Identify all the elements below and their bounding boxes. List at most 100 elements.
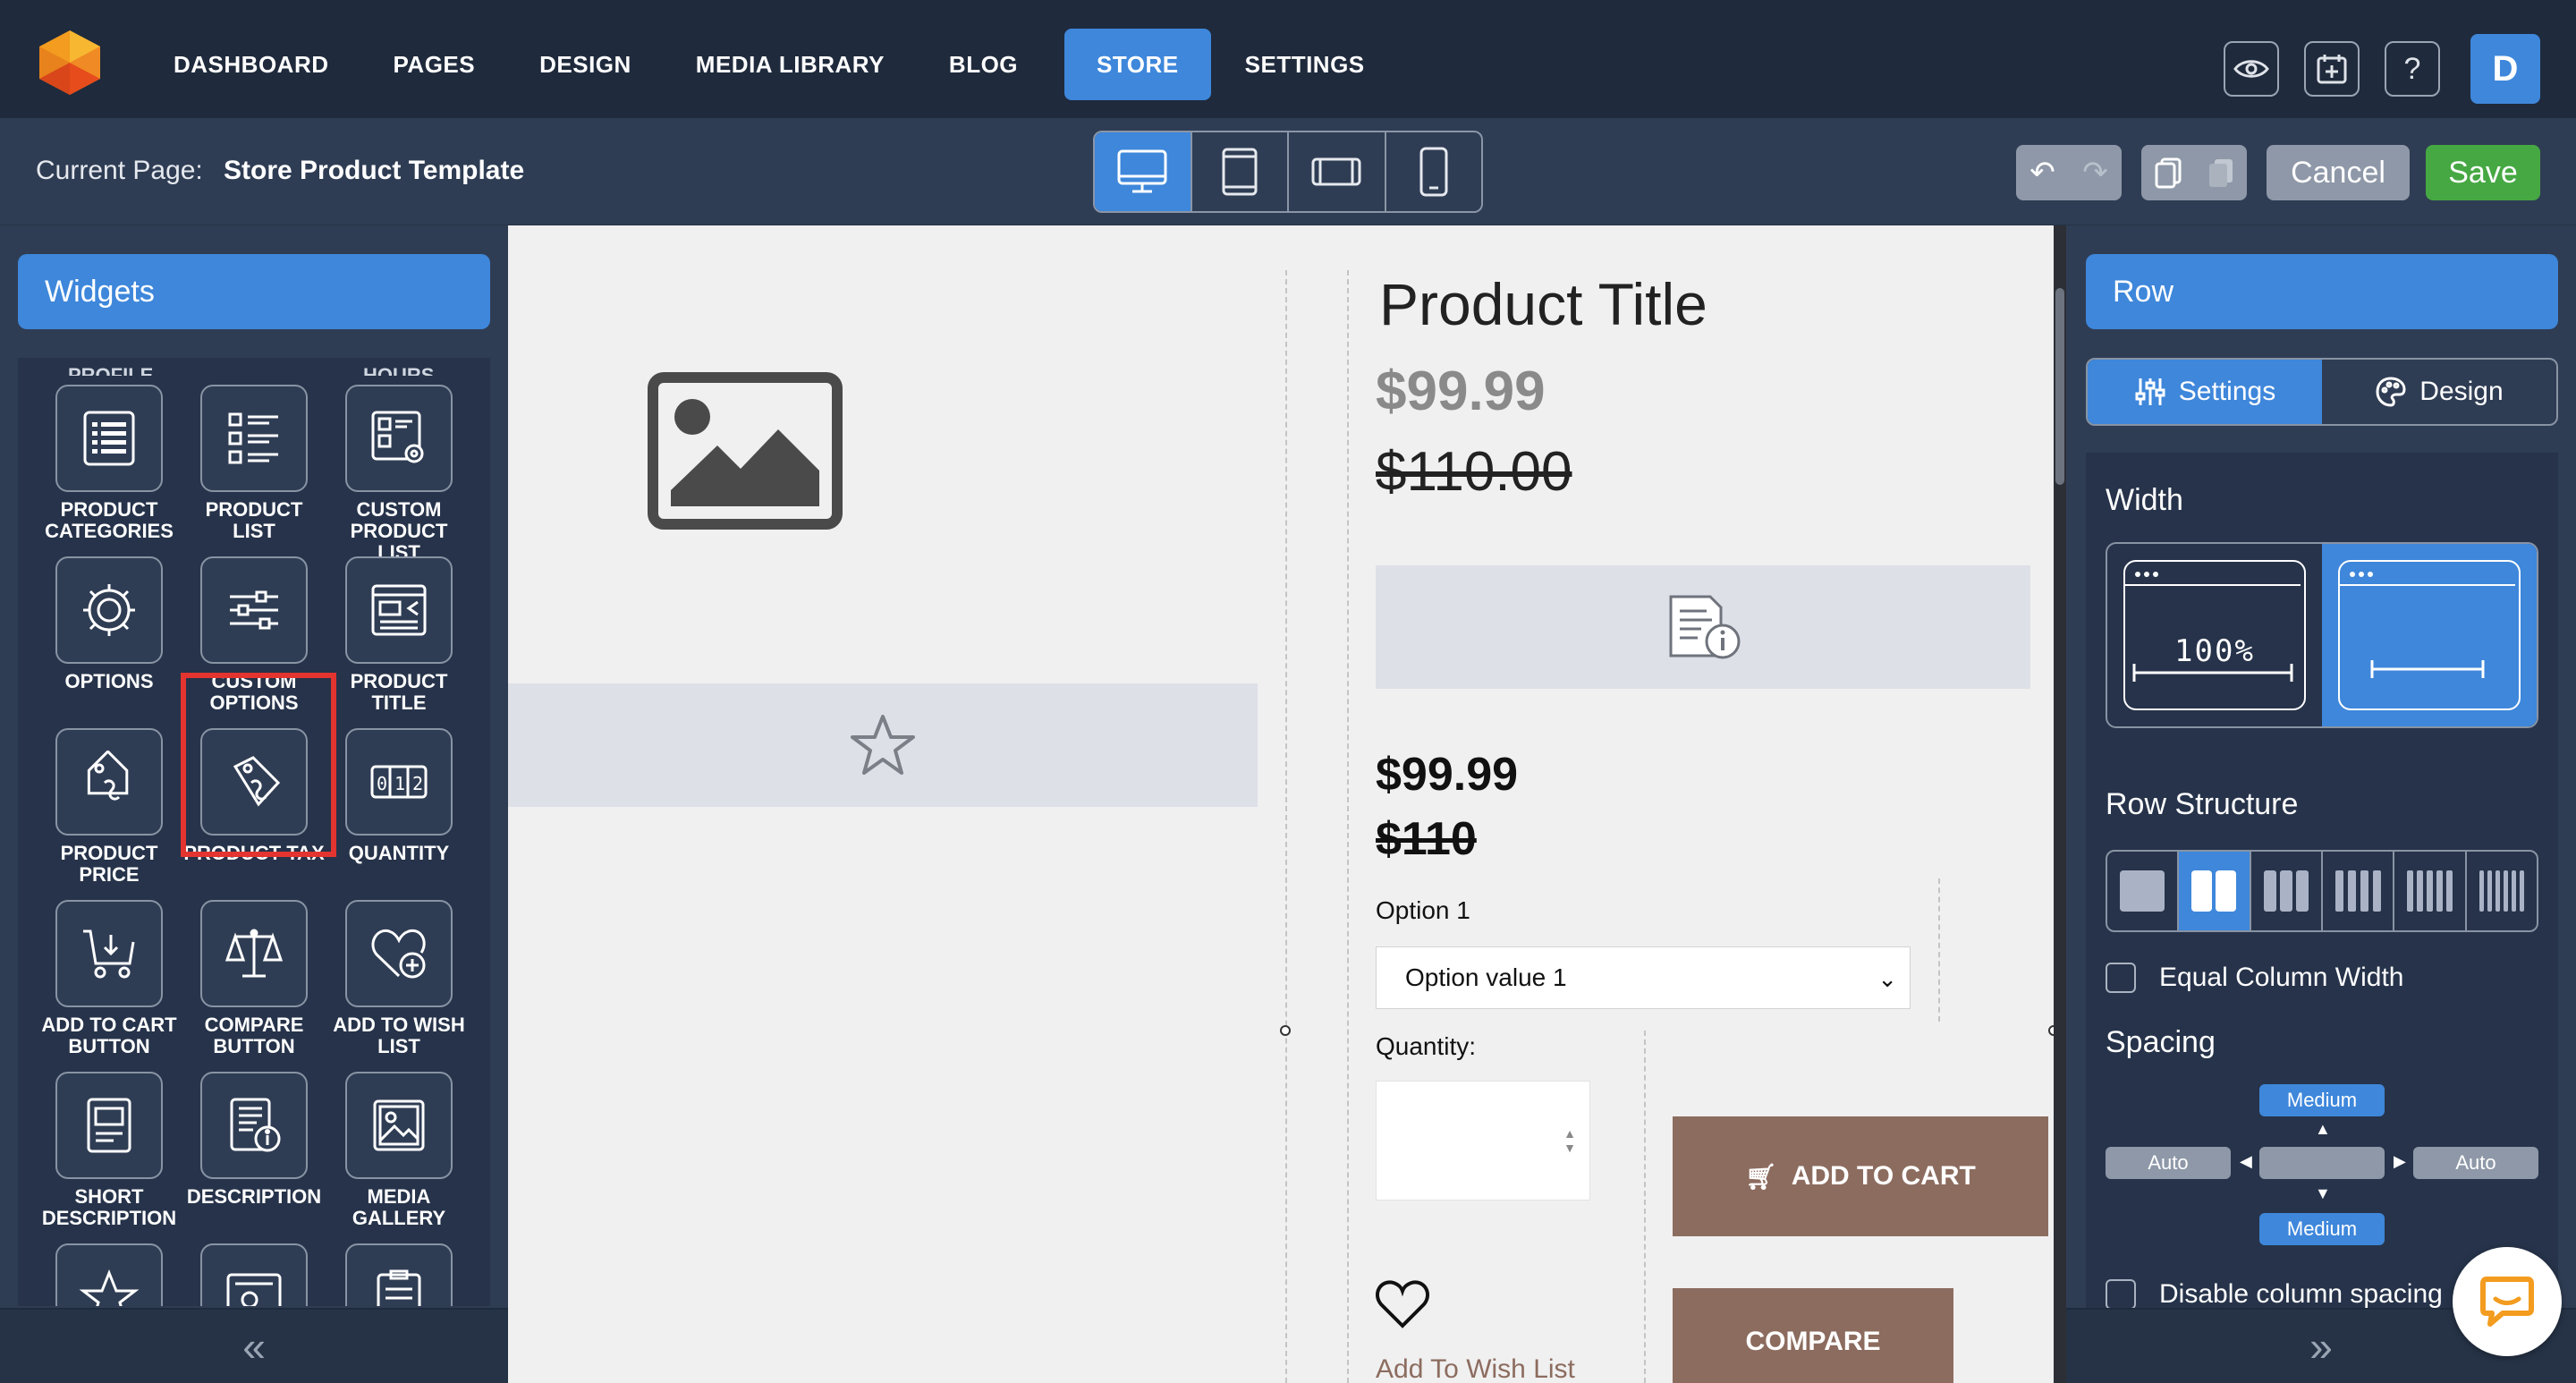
paste-icon[interactable] <box>2194 145 2247 200</box>
tab-settings-label: Settings <box>2178 377 2276 406</box>
list-icon <box>83 411 135 466</box>
disable-column-spacing-checkbox[interactable]: Disable column spacing <box>2106 1279 2443 1310</box>
nav-store[interactable]: STORE <box>1064 29 1211 100</box>
checkbox-box[interactable] <box>2106 963 2136 993</box>
tablet-landscape-icon <box>1311 157 1361 186</box>
product-description-widget[interactable] <box>1376 565 2030 689</box>
quantity-label: Quantity: <box>1376 1032 1477 1060</box>
widget-media-gallery[interactable]: MEDIA GALLERY <box>326 1072 471 1229</box>
nav-blog[interactable]: BLOG <box>931 29 1036 100</box>
widget-product-price[interactable]: PRODUCT PRICE <box>37 728 182 886</box>
spacing-bottom-select[interactable]: Medium <box>2259 1213 2385 1245</box>
structure-2-columns[interactable] <box>2179 852 2251 930</box>
widget-product-title[interactable]: PRODUCT TITLE <box>326 556 471 714</box>
spacing-top-select[interactable]: Medium <box>2259 1084 2385 1116</box>
widget-label: ADD TO CART BUTTON <box>41 1014 177 1057</box>
three-columns-icon <box>2263 870 2309 912</box>
product-rating-widget[interactable] <box>508 683 1258 807</box>
widget-short-description[interactable]: SHORT DESCRIPTION <box>37 1072 182 1229</box>
widget-label: PRODUCT TITLE <box>350 670 448 714</box>
help-button[interactable]: ? <box>2385 41 2440 97</box>
spacing-right-select[interactable]: Auto <box>2413 1147 2538 1179</box>
two-columns-icon <box>2191 870 2237 912</box>
mobile-view-button[interactable] <box>1386 132 1482 211</box>
add-to-cart-button[interactable]: 🛒︎ ADD TO CART <box>1673 1116 2048 1236</box>
chat-support-button[interactable] <box>2453 1247 2562 1356</box>
tab-design-label: Design <box>2419 377 2504 406</box>
option-select[interactable]: Option value 1 ⌄ <box>1376 946 1911 1009</box>
column-divider <box>1347 270 1349 1383</box>
quantity-icon: 012 <box>370 765 428 799</box>
price-tag-icon <box>87 751 129 801</box>
structure-3-columns[interactable] <box>2251 852 2323 930</box>
widgets-header[interactable]: Widgets <box>18 254 490 329</box>
product-title[interactable]: Product Title <box>1379 270 1707 338</box>
editor-toolbar: Current Page: Store Product Template ↶ ↷… <box>0 118 2576 225</box>
widget-custom-product-list[interactable]: CUSTOM PRODUCT LIST <box>326 385 471 564</box>
widget-add-to-wish-list[interactable]: ADD TO WISH LIST <box>326 900 471 1057</box>
tablet-view-button[interactable] <box>1192 132 1289 211</box>
product-original-price: $110.00 <box>1376 441 1572 503</box>
nav-dashboard[interactable]: DASHBOARD <box>156 29 347 100</box>
four-columns-icon <box>2335 870 2382 912</box>
short-description-icon <box>87 1098 131 1153</box>
nav-media-library[interactable]: MEDIA LIBRARY <box>678 29 902 100</box>
widget-quantity[interactable]: 012 QUANTITY <box>326 728 471 864</box>
desktop-view-button[interactable] <box>1095 132 1192 211</box>
widget-label: CUSTOM PRODUCT LIST <box>350 498 448 564</box>
widget-add-to-cart-button[interactable]: ADD TO CART BUTTON <box>37 900 182 1057</box>
add-to-wish-list-link[interactable]: Add To Wish List <box>1376 1354 1575 1383</box>
widget-compare-button[interactable]: COMPARE BUTTON <box>182 900 326 1057</box>
canvas-scrollbar-thumb[interactable] <box>2055 288 2064 485</box>
widget-rating[interactable] <box>37 1243 182 1306</box>
product-image-placeholder[interactable] <box>648 372 843 534</box>
quantity-input[interactable]: ▲ ▼ <box>1376 1081 1590 1201</box>
row-header: Row <box>2086 254 2558 329</box>
structure-6-columns[interactable] <box>2467 852 2537 930</box>
preview-eye-button[interactable] <box>2224 41 2279 97</box>
widget-form[interactable] <box>326 1243 471 1306</box>
checkbox-box[interactable] <box>2106 1279 2136 1310</box>
compare-button[interactable]: COMPARE <box>1673 1288 1953 1383</box>
arrow-right-icon: ▶ <box>2394 1152 2406 1170</box>
structure-4-columns[interactable] <box>2323 852 2395 930</box>
tablet-landscape-view-button[interactable] <box>1289 132 1386 211</box>
widget-description[interactable]: DESCRIPTION <box>182 1072 326 1208</box>
tab-settings[interactable]: Settings <box>2088 360 2322 424</box>
current-page-label: Current Page: <box>36 156 203 185</box>
row-structure-label: Row Structure <box>2106 787 2299 821</box>
copy-icon[interactable] <box>2141 145 2194 200</box>
app-logo[interactable] <box>32 25 107 100</box>
undo-icon[interactable]: ↶ <box>2016 145 2069 200</box>
widget-product-categories[interactable]: PRODUCT CATEGORIES <box>37 385 182 542</box>
wish-list-heart-icon[interactable] <box>1374 1279 1431 1334</box>
cancel-button[interactable]: Cancel <box>2267 145 2410 200</box>
heart-plus-icon <box>371 929 426 979</box>
widget-options[interactable]: OPTIONS <box>37 556 182 692</box>
nav-design[interactable]: DESIGN <box>521 29 649 100</box>
equal-column-width-checkbox[interactable]: Equal Column Width <box>2106 963 2403 993</box>
widget-reviews[interactable] <box>182 1243 326 1306</box>
width-options: 100% <box>2106 542 2538 728</box>
user-avatar[interactable]: D <box>2470 34 2540 104</box>
sliders-icon <box>230 590 278 630</box>
structure-1-column[interactable] <box>2107 852 2180 930</box>
calendar-task-button[interactable] <box>2304 41 2360 97</box>
desktop-icon <box>1117 149 1167 193</box>
width-boxed-option[interactable] <box>2322 544 2537 726</box>
quantity-stepper-icon[interactable]: ▲ ▼ <box>1561 1126 1579 1157</box>
collapse-left-panel-button[interactable]: « <box>0 1308 508 1383</box>
tab-design[interactable]: Design <box>2322 360 2556 424</box>
nav-pages[interactable]: PAGES <box>376 29 494 100</box>
redo-icon[interactable]: ↷ <box>2069 145 2122 200</box>
save-button[interactable]: Save <box>2426 145 2540 200</box>
column-resize-handle[interactable] <box>1280 1025 1291 1036</box>
cart-icon: 🛒︎ <box>1745 1162 1777 1191</box>
width-full-option[interactable]: 100% <box>2107 544 2322 726</box>
nav-settings[interactable]: SETTINGS <box>1227 29 1383 100</box>
spacing-left-select[interactable]: Auto <box>2106 1147 2231 1179</box>
widget-product-list[interactable]: PRODUCT LIST <box>182 385 326 542</box>
structure-5-columns[interactable] <box>2394 852 2467 930</box>
spacing-center <box>2259 1147 2385 1179</box>
widget-label-cut: PROFILE <box>68 364 154 376</box>
